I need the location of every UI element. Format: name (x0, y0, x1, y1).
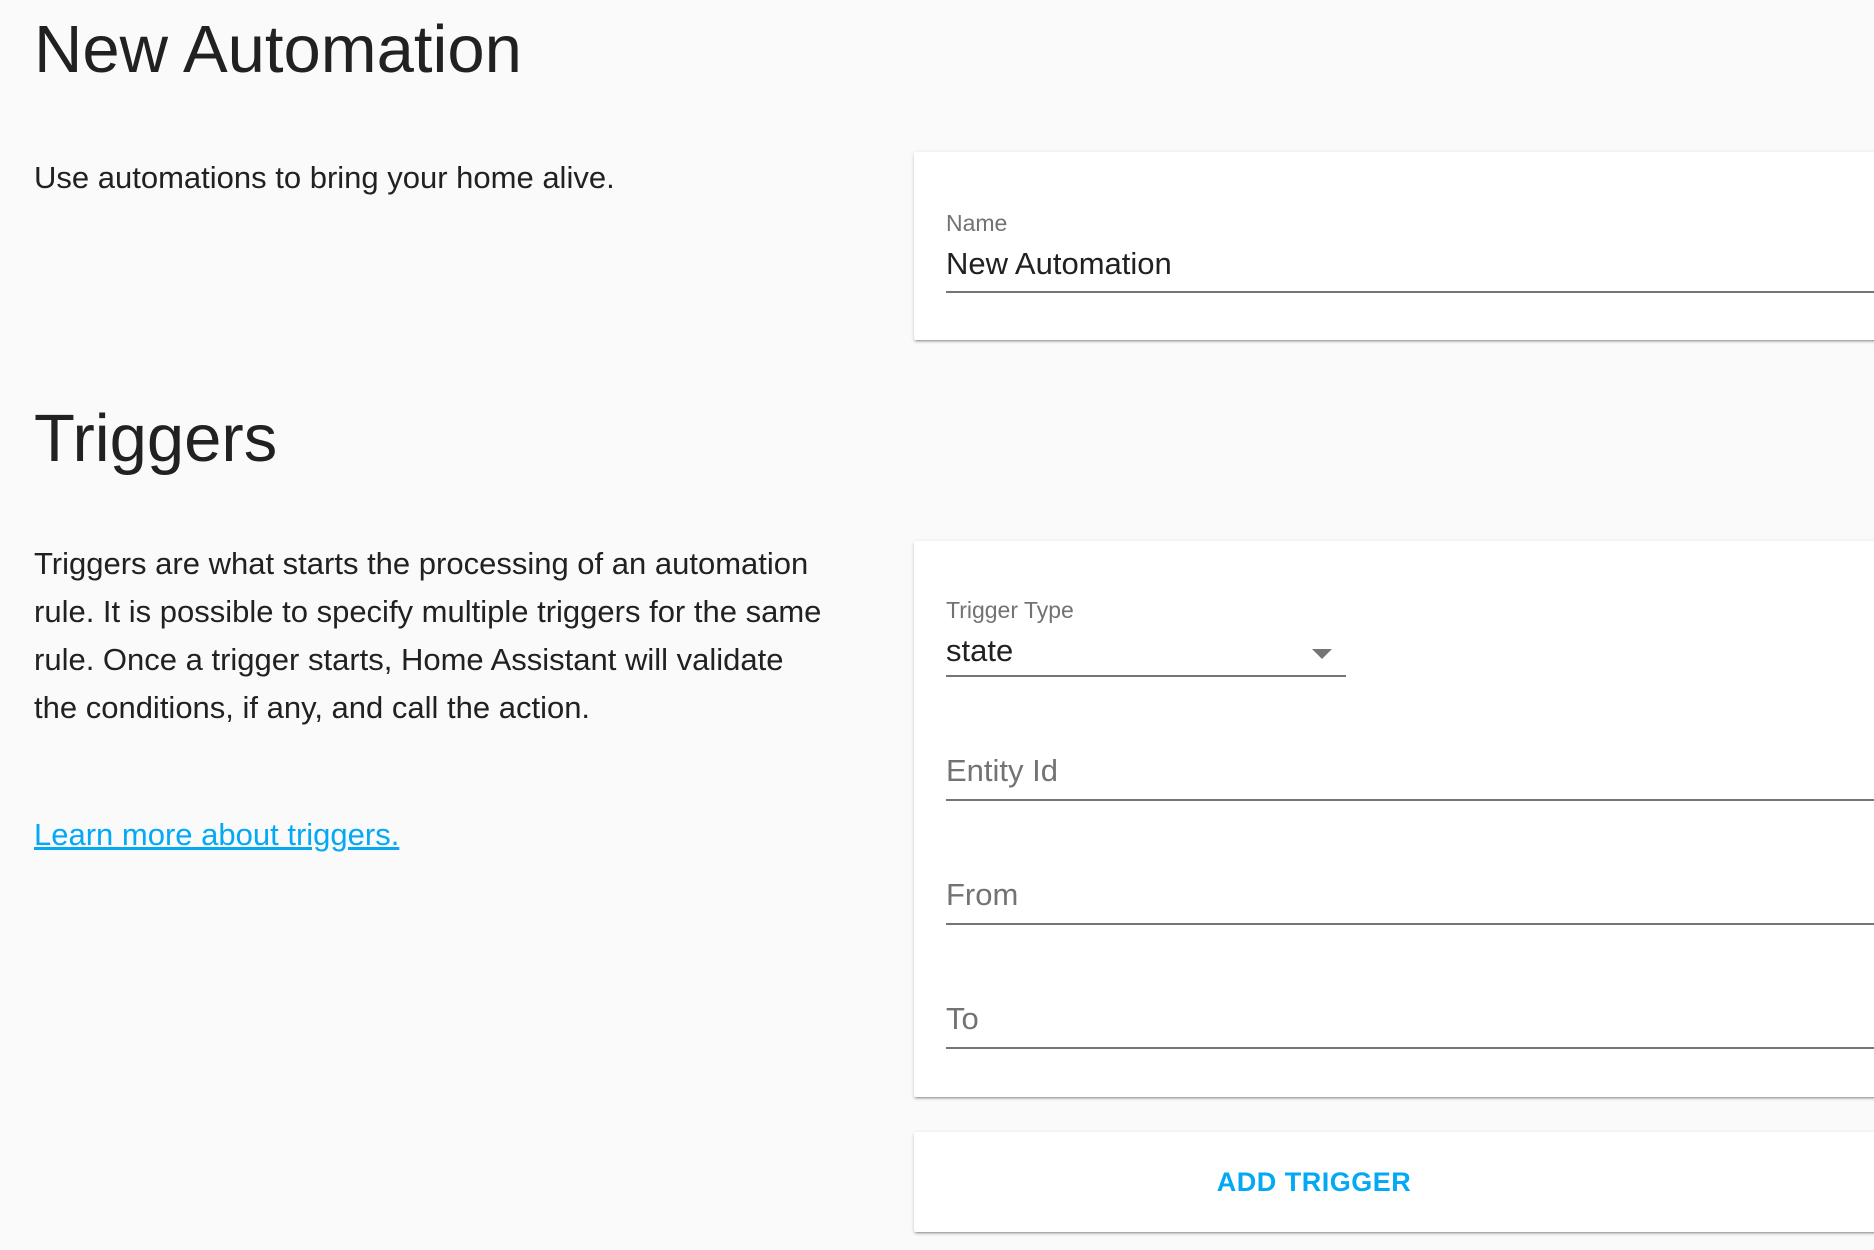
add-trigger-button[interactable]: ADD TRIGGER (914, 1132, 1874, 1232)
from-underline (946, 923, 1874, 925)
name-field-value[interactable]: New Automation (946, 246, 1172, 282)
name-card: Name New Automation (914, 152, 1874, 340)
chevron-down-icon[interactable] (1312, 649, 1332, 659)
from-input[interactable]: From (946, 877, 1874, 927)
to-input[interactable]: To (946, 1001, 1874, 1051)
trigger-type-dropdown[interactable]: Trigger Type state (946, 597, 1346, 677)
entity-id-underline (946, 799, 1874, 801)
to-placeholder: To (946, 1001, 979, 1036)
triggers-section-title: Triggers (34, 401, 278, 476)
triggers-description: Triggers are what starts the processing … (34, 546, 822, 725)
name-field[interactable]: Name New Automation (946, 210, 1874, 294)
page-title: New Automation (34, 12, 522, 87)
trigger-type-label: Trigger Type (946, 597, 1074, 623)
entity-id-input[interactable]: Entity Id (946, 753, 1874, 803)
from-placeholder: From (946, 877, 1019, 912)
name-field-underline (946, 291, 1874, 293)
automation-editor: New Automation Use automations to bring … (0, 0, 1874, 1250)
name-field-label: Name (946, 210, 1008, 236)
learn-more-triggers-link[interactable]: Learn more about triggers. (34, 817, 399, 853)
trigger-card: Trigger Type state Entity Id From To (914, 541, 1874, 1097)
to-underline (946, 1047, 1874, 1049)
trigger-type-value[interactable]: state (946, 633, 1013, 669)
entity-id-placeholder: Entity Id (946, 753, 1058, 788)
add-trigger-card: ADD TRIGGER (914, 1132, 1874, 1232)
automation-intro-text: Use automations to bring your home alive… (34, 160, 615, 195)
trigger-type-underline (946, 675, 1346, 677)
